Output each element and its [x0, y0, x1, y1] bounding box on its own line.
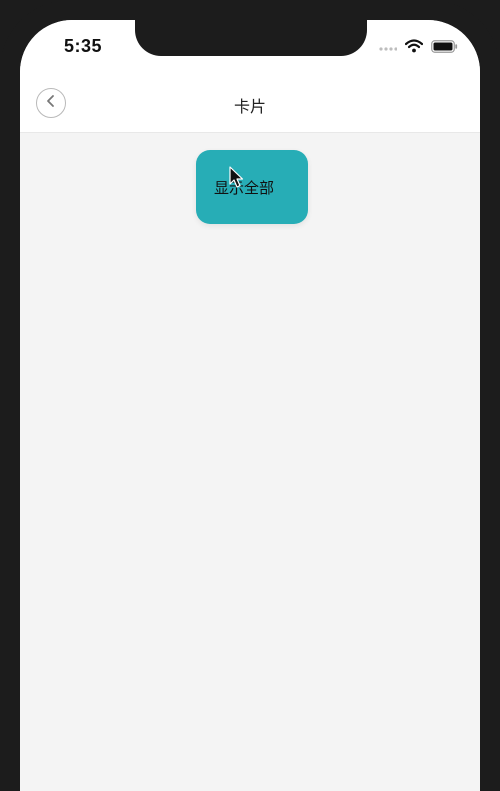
phone-screen: 5:35 卡片 显示全部 [20, 20, 480, 791]
page-title: 卡片 [233, 99, 266, 116]
battery-icon [431, 39, 458, 58]
content-area: 显示全部 [20, 133, 480, 791]
mouse-cursor-icon [229, 166, 245, 190]
camera-notch [135, 20, 367, 56]
navigation-bar: 卡片 [20, 84, 480, 133]
phone-frame: 5:35 卡片 显示全部 [0, 0, 500, 791]
status-icons [379, 39, 458, 58]
signal-dots-icon [379, 40, 398, 58]
wifi-icon [404, 39, 424, 58]
show-all-button[interactable]: 显示全部 [196, 150, 308, 224]
status-bar: 5:35 [20, 20, 480, 84]
status-time: 5:35 [64, 36, 103, 56]
